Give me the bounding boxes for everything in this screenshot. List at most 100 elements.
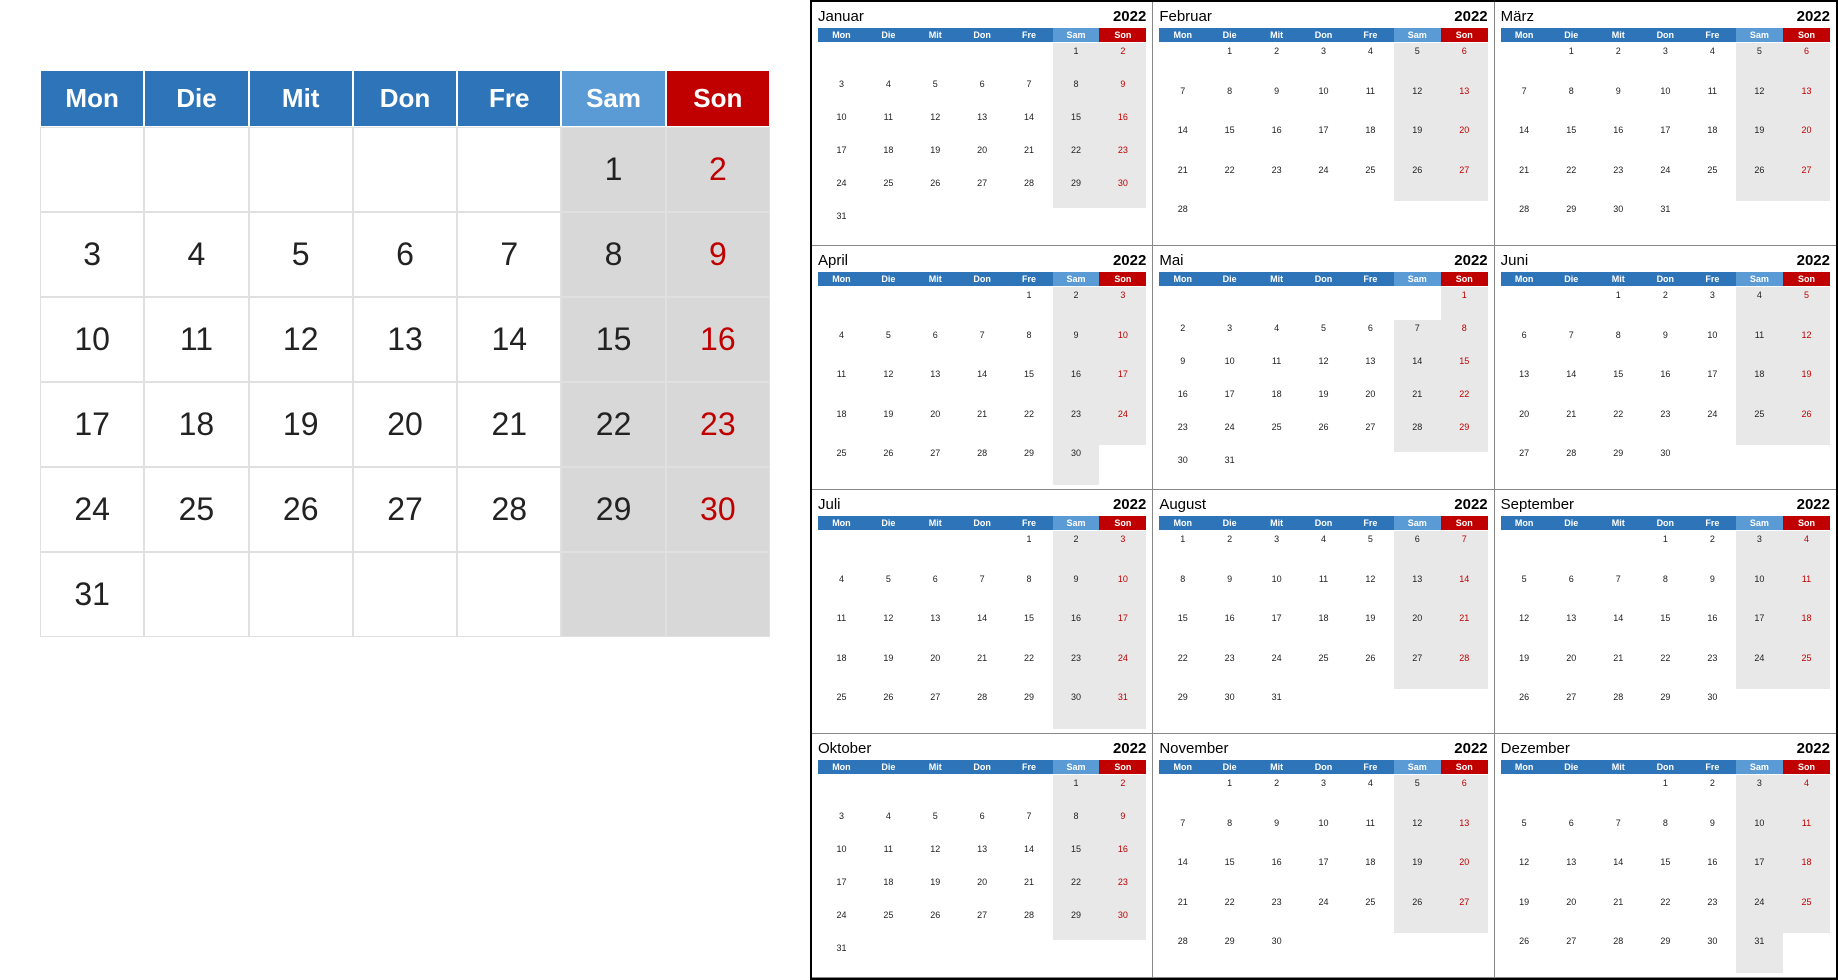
mini-day-cell: 13 bbox=[912, 610, 959, 650]
mini-day-cell: 13 bbox=[1501, 366, 1548, 406]
mini-header-mon: Mon bbox=[818, 272, 865, 286]
mini-day-cell: 19 bbox=[912, 142, 959, 175]
mini-day-cell: 26 bbox=[912, 175, 959, 208]
mini-day-cell: 28 bbox=[1159, 933, 1206, 973]
mini-header-fre: Fre bbox=[1006, 272, 1053, 286]
big-day-cell bbox=[561, 552, 665, 637]
mini-header: MonDieMitDonFreSamSon bbox=[1159, 272, 1487, 286]
mini-day-cell: 27 bbox=[1548, 933, 1595, 973]
mini-header-son: Son bbox=[1099, 516, 1146, 530]
mini-day-cell: 28 bbox=[959, 445, 1006, 485]
big-day-cell: 13 bbox=[353, 297, 457, 382]
mini-day-cell: 17 bbox=[1206, 386, 1253, 419]
big-day-cell: 24 bbox=[40, 467, 144, 552]
mini-month-name: April bbox=[818, 252, 848, 269]
mini-day-cell: 24 bbox=[1206, 419, 1253, 452]
mini-month-name: Februar bbox=[1159, 8, 1212, 25]
mini-day-cell: 23 bbox=[1099, 142, 1146, 175]
mini-header-mit: Mit bbox=[1253, 760, 1300, 774]
mini-day-cell: 1 bbox=[1642, 531, 1689, 571]
mini-day-cell: 6 bbox=[1501, 327, 1548, 367]
mini-day-cell: 30 bbox=[1253, 933, 1300, 973]
mini-day-cell: 4 bbox=[818, 327, 865, 367]
mini-day-cell: 30 bbox=[1689, 689, 1736, 729]
mini-month-name: Mai bbox=[1159, 252, 1183, 269]
header-don: Don bbox=[353, 70, 457, 127]
mini-header-fre: Fre bbox=[1689, 272, 1736, 286]
mini-day-cell: 20 bbox=[959, 142, 1006, 175]
mini-day-cell: 3 bbox=[1736, 531, 1783, 571]
mini-day-cell: 25 bbox=[1347, 894, 1394, 934]
mini-day-cell: 24 bbox=[1300, 162, 1347, 202]
mini-header-sam: Sam bbox=[1394, 28, 1441, 42]
mini-header-mon: Mon bbox=[1501, 272, 1548, 286]
mini-header-fre: Fre bbox=[1689, 28, 1736, 42]
mini-day-cell: 1 bbox=[1595, 287, 1642, 327]
mini-day-cell: 11 bbox=[865, 841, 912, 874]
mini-day-cell: 19 bbox=[1501, 894, 1548, 934]
mini-day-cell: 16 bbox=[1206, 610, 1253, 650]
mini-day-cell: 22 bbox=[1642, 894, 1689, 934]
mini-day-cell: 24 bbox=[1099, 406, 1146, 446]
mini-day-cell: 20 bbox=[912, 650, 959, 690]
mini-day-cell: 13 bbox=[1347, 353, 1394, 386]
mini-day-cell: 1 bbox=[1206, 43, 1253, 83]
mini-day-cell: 25 bbox=[1736, 406, 1783, 446]
mini-header-fre: Fre bbox=[1689, 760, 1736, 774]
mini-header-mit: Mit bbox=[1253, 516, 1300, 530]
mini-day-cell: 27 bbox=[1441, 894, 1488, 934]
mini-header-don: Don bbox=[1642, 272, 1689, 286]
mini-day-cell: 13 bbox=[1441, 815, 1488, 855]
mini-day-cell: 22 bbox=[1206, 894, 1253, 934]
mini-day-cell: 13 bbox=[959, 841, 1006, 874]
mini-header: MonDieMitDonFreSamSon bbox=[1501, 760, 1830, 774]
header-sam: Sam bbox=[561, 70, 665, 127]
mini-day-cell bbox=[1300, 201, 1347, 241]
mini-day-cell: 1 bbox=[1159, 531, 1206, 571]
mini-day-cell: 19 bbox=[1736, 122, 1783, 162]
mini-day-cell: 20 bbox=[1548, 894, 1595, 934]
mini-day-cell: 9 bbox=[1595, 83, 1642, 123]
mini-header-don: Don bbox=[959, 272, 1006, 286]
mini-day-cell bbox=[959, 531, 1006, 571]
mini-day-cell: 28 bbox=[1006, 907, 1053, 940]
mini-day-cell: 12 bbox=[1394, 83, 1441, 123]
mini-day-cell: 29 bbox=[1548, 201, 1595, 241]
big-day-cell: 9 bbox=[666, 212, 770, 297]
mini-day-cell: 25 bbox=[1253, 419, 1300, 452]
mini-day-cell bbox=[1783, 201, 1830, 241]
big-day-cell: 1 bbox=[561, 127, 665, 212]
mini-day-cell: 13 bbox=[1441, 83, 1488, 123]
mini-day-cell: 21 bbox=[1441, 610, 1488, 650]
mini-header-fre: Fre bbox=[1347, 28, 1394, 42]
mini-day-cell bbox=[959, 43, 1006, 76]
mini-day-cell: 1 bbox=[1053, 43, 1100, 76]
mini-body: 1234567891011121314151617181920212223242… bbox=[1501, 531, 1830, 729]
mini-day-cell: 13 bbox=[1548, 854, 1595, 894]
mini-body: 1234567891011121314151617181920212223242… bbox=[1501, 43, 1830, 241]
mini-day-cell: 29 bbox=[1006, 689, 1053, 729]
big-day-cell: 15 bbox=[561, 297, 665, 382]
big-day-cell: 27 bbox=[353, 467, 457, 552]
mini-day-cell: 7 bbox=[1159, 815, 1206, 855]
mini-day-cell: 6 bbox=[912, 571, 959, 611]
mini-day-cell: 12 bbox=[1783, 327, 1830, 367]
mini-day-cell bbox=[1099, 940, 1146, 973]
mini-day-cell: 19 bbox=[912, 874, 959, 907]
mini-day-cell: 6 bbox=[1441, 775, 1488, 815]
mini-day-cell: 7 bbox=[959, 571, 1006, 611]
mini-day-cell: 28 bbox=[1548, 445, 1595, 485]
mini-day-cell: 24 bbox=[818, 907, 865, 940]
mini-day-cell: 4 bbox=[1689, 43, 1736, 83]
mini-header-don: Don bbox=[959, 28, 1006, 42]
mini-day-cell: 26 bbox=[1394, 162, 1441, 202]
mini-day-cell: 24 bbox=[1642, 162, 1689, 202]
mini-day-cell: 27 bbox=[912, 689, 959, 729]
mini-day-cell bbox=[1006, 208, 1053, 241]
mini-day-cell: 28 bbox=[1441, 650, 1488, 690]
mini-header-mit: Mit bbox=[912, 28, 959, 42]
mini-day-cell: 15 bbox=[1053, 841, 1100, 874]
mini-day-cell: 5 bbox=[865, 327, 912, 367]
mini-day-cell: 30 bbox=[1689, 933, 1736, 973]
mini-day-cell bbox=[959, 287, 1006, 327]
